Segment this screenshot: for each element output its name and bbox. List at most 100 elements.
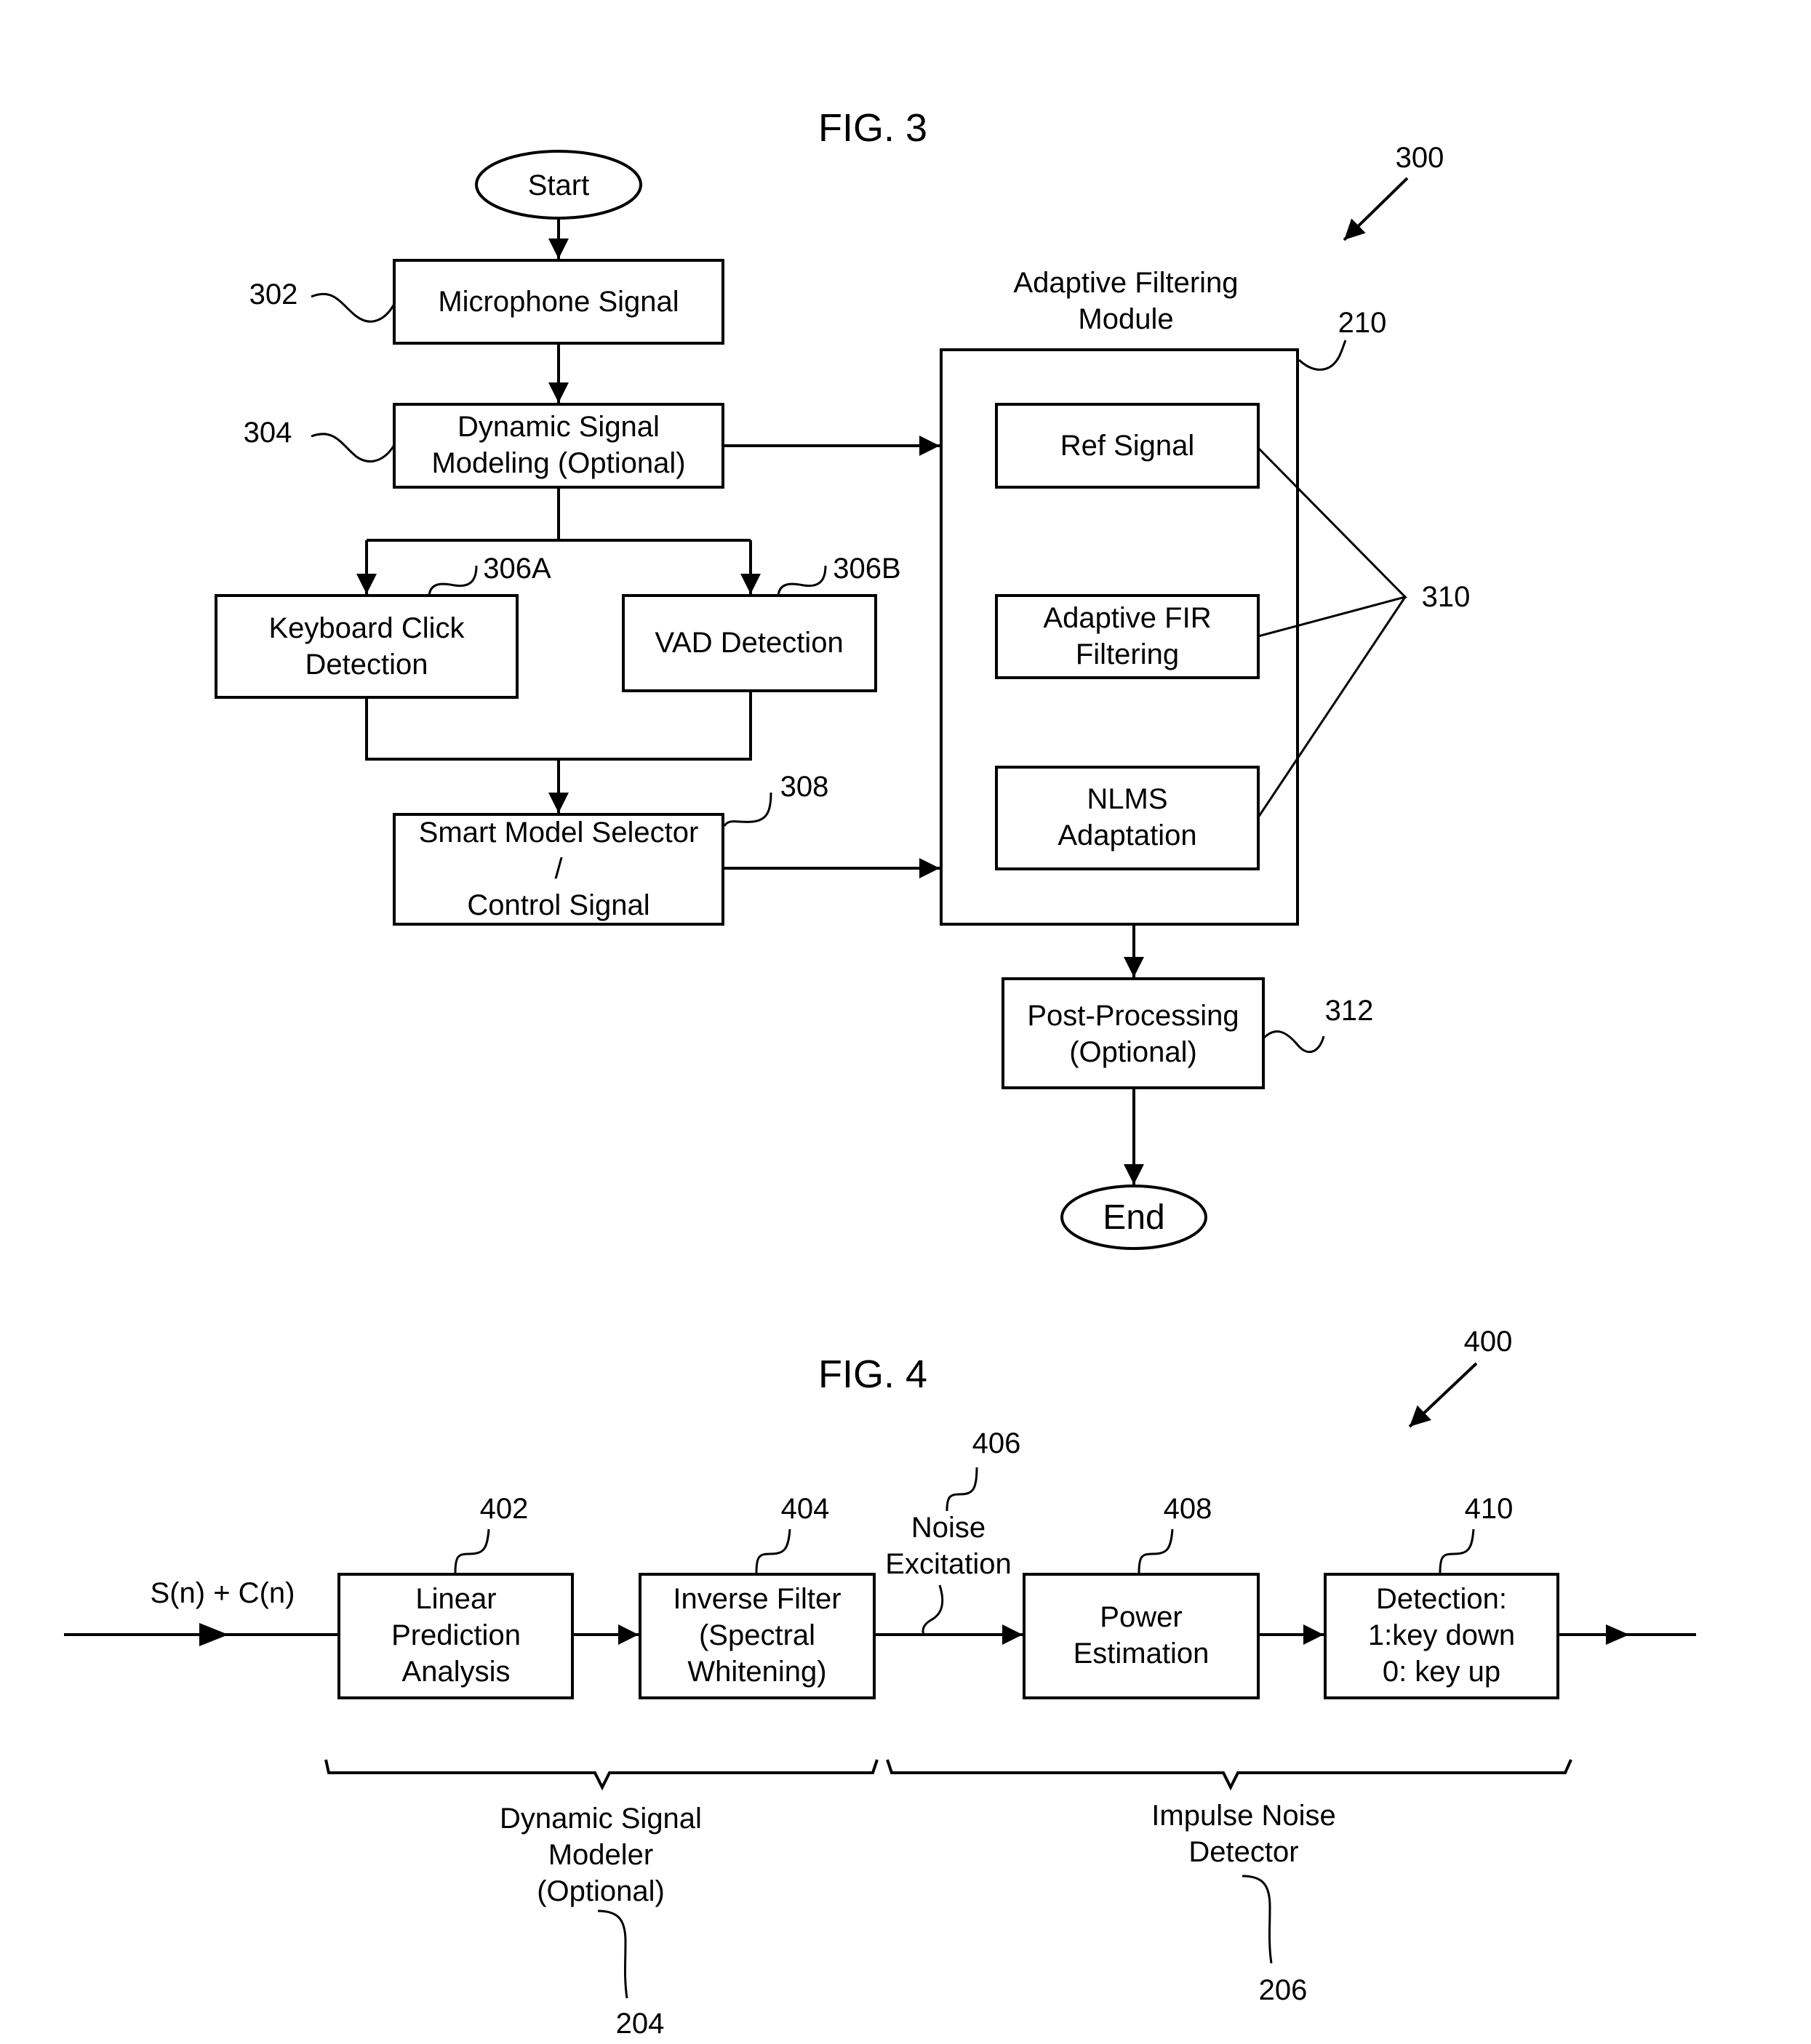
vad-detection-label: VAD Detection	[655, 627, 843, 659]
nlms-box	[995, 766, 1260, 870]
inverse-filter-line2: (Spectral	[699, 1619, 815, 1651]
modeler-line3: (Optional)	[537, 1875, 665, 1907]
leader-408	[1138, 1528, 1174, 1574]
ref-206: 206	[1259, 1974, 1308, 2006]
ref-306a: 306A	[483, 553, 551, 585]
ref-310: 310	[1422, 581, 1471, 613]
leader-404	[755, 1528, 791, 1574]
end-label: End	[1103, 1198, 1164, 1237]
ref-312: 312	[1325, 995, 1374, 1027]
ref-306b: 306B	[833, 553, 900, 585]
afm-title-line1: Adaptive Filtering	[1013, 267, 1238, 299]
post-processing-line2: (Optional)	[1069, 1036, 1197, 1068]
dynamic-signal-modeling-node: Dynamic Signal Modeling (Optional) 304	[244, 403, 724, 489]
leader-302	[311, 292, 396, 323]
figure-3: FIG. 3 300 Start Microphone Signal 302 D…	[215, 106, 1471, 1250]
leader-206	[1242, 1875, 1273, 1964]
detector-line1: Impulse Noise	[1151, 1800, 1335, 1832]
smart-model-selector-line2: /	[554, 853, 563, 885]
smart-model-selector-node: Smart Model Selector / Control Signal 30…	[393, 771, 829, 926]
dynamic-signal-modeler-group: Dynamic Signal Modeler (Optional) 204	[500, 1803, 702, 2040]
keyboard-click-line2: Detection	[305, 649, 428, 681]
afm-title-line2: Module	[1078, 303, 1173, 335]
leader-304	[311, 433, 396, 463]
impulse-noise-detector-group: Impulse Noise Detector 206	[1151, 1800, 1335, 2006]
detection-line1: Detection:	[1376, 1583, 1507, 1615]
keyboard-click-line1: Keyboard Click	[268, 612, 465, 644]
post-processing-node: Post-Processing (Optional) 312	[1002, 977, 1374, 1089]
detector-line2: Detector	[1188, 1836, 1298, 1868]
noise-excitation-line2: Excitation	[885, 1548, 1011, 1580]
ref-308: 308	[780, 771, 829, 803]
ref-408: 408	[1164, 1493, 1212, 1525]
post-processing-box	[1002, 977, 1265, 1089]
figure-4: FIG. 4 400 S(n) + C(n) Linear Prediction…	[64, 1326, 1696, 2040]
brace-impulse-noise-detector	[886, 1759, 1572, 1791]
inverse-filter-line1: Inverse Filter	[673, 1583, 841, 1615]
ref-302: 302	[249, 278, 298, 310]
vad-detection-node: VAD Detection 306B	[622, 553, 901, 692]
input-signal-label: S(n) + C(n)	[151, 1577, 295, 1609]
microphone-signal-node: Microphone Signal 302	[249, 259, 724, 345]
power-estimation-node: Power Estimation 408	[1023, 1493, 1260, 1699]
leader-210	[1298, 340, 1347, 371]
ref-404: 404	[781, 1493, 830, 1525]
microphone-signal-label: Microphone Signal	[438, 286, 679, 318]
modeler-line2: Modeler	[548, 1839, 654, 1871]
brace-dynamic-signal-modeler	[324, 1759, 879, 1791]
power-estimation-box	[1023, 1573, 1260, 1699]
keyboard-click-detection-node: Keyboard Click Detection 306A	[215, 553, 551, 699]
ref-406: 406	[972, 1427, 1021, 1459]
fig3-ref-300: 300	[1396, 142, 1444, 174]
start-label: Start	[528, 169, 589, 201]
lpa-line2: Prediction	[391, 1619, 521, 1651]
keyboard-click-detection-box	[215, 594, 519, 699]
fig4-ref-400: 400	[1464, 1326, 1513, 1358]
ref-204: 204	[616, 2008, 665, 2040]
inverse-filter-line3: Whitening)	[687, 1656, 826, 1688]
power-estimation-line2: Estimation	[1074, 1638, 1210, 1670]
ref-402: 402	[480, 1493, 529, 1525]
dynamic-signal-modeling-line2: Modeling (Optional)	[431, 447, 685, 479]
adaptive-fir-line2: Filtering	[1076, 638, 1179, 670]
leader-406-bottom	[922, 1584, 944, 1635]
adaptive-fir-line1: Adaptive FIR	[1043, 602, 1211, 634]
post-processing-line1: Post-Processing	[1027, 1000, 1239, 1032]
leader-306b	[777, 565, 827, 596]
patent-figures: FIG. 3 300 Start Microphone Signal 302 D…	[64, 106, 1696, 2040]
inverse-filter-node: Inverse Filter (Spectral Whitening) 404	[639, 1493, 876, 1699]
detection-line2: 1:key down	[1368, 1619, 1515, 1651]
lpa-line3: Analysis	[402, 1656, 511, 1688]
leader-406-top	[946, 1467, 978, 1512]
output-arrowhead	[1606, 1624, 1629, 1645]
smart-model-selector-line1: Smart Model Selector	[419, 817, 699, 849]
lpa-line1: Linear	[415, 1583, 496, 1615]
leader-410	[1439, 1528, 1475, 1574]
detection-line3: 0: key up	[1383, 1656, 1500, 1688]
modeler-line1: Dynamic Signal	[500, 1803, 702, 1835]
merge-lines	[365, 691, 752, 761]
nlms-line1: NLMS	[1087, 783, 1167, 815]
input-arrowhead	[199, 1623, 228, 1646]
linear-prediction-node: Linear Prediction Analysis 402	[337, 1493, 574, 1699]
dynamic-signal-modeling-line1: Dynamic Signal	[457, 411, 660, 443]
leader-402	[454, 1528, 490, 1574]
end-node: End	[1060, 1185, 1207, 1250]
ref-304: 304	[244, 417, 292, 449]
leader-306a	[428, 565, 478, 596]
leader-204	[597, 1909, 628, 1999]
smart-model-selector-line3: Control Signal	[467, 889, 649, 921]
adaptive-filtering-module: Adaptive Filtering Module 210 Ref Signal…	[940, 267, 1471, 926]
detection-node: Detection: 1:key down 0: key up 410	[1324, 1493, 1559, 1699]
ref-signal-label: Ref Signal	[1060, 430, 1195, 462]
start-node: Start	[475, 150, 642, 220]
ref-210: 210	[1338, 307, 1387, 339]
leader-312	[1262, 1030, 1325, 1054]
power-estimation-line1: Power	[1100, 1601, 1182, 1633]
leader-308	[723, 792, 772, 827]
fig4-ref-arrow	[1408, 1362, 1478, 1428]
branch-split-lines	[367, 487, 751, 542]
noise-excitation-line1: Noise	[911, 1512, 986, 1544]
nlms-line2: Adaptation	[1058, 819, 1196, 851]
fig3-title: FIG. 3	[818, 106, 927, 150]
